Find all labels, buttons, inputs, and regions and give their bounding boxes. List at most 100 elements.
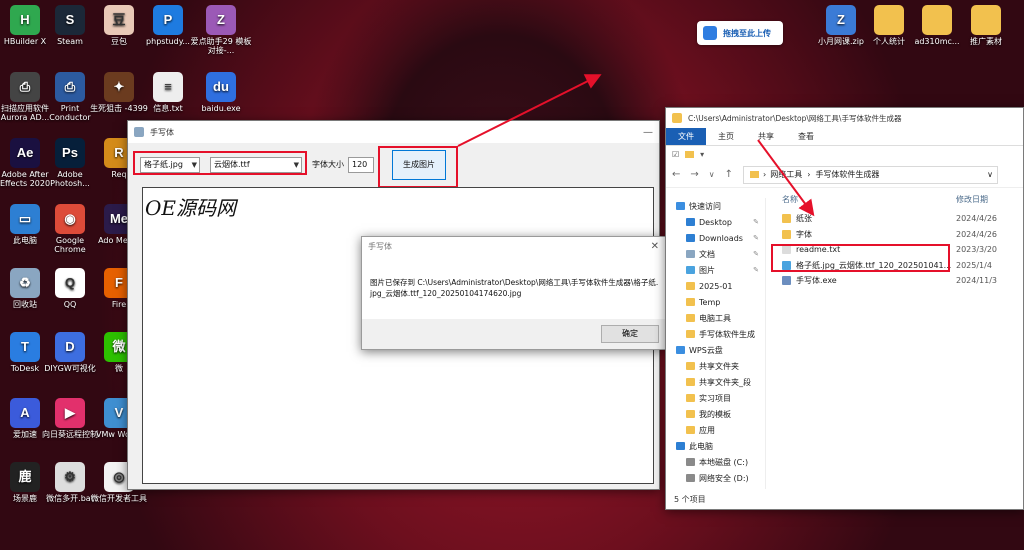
app-title: 手写体: [150, 127, 174, 137]
nav-item-label: Desktop: [699, 217, 732, 227]
nav-item-label: Downloads: [699, 233, 743, 243]
sunflower-icon: ▶: [55, 398, 85, 428]
dialog-titlebar: 手写体 ✕: [362, 237, 665, 255]
ribbon-tabs: 文件 主页 共享 查看: [666, 128, 1023, 146]
star-icon: [676, 202, 685, 210]
nav-item-label: 此电脑: [689, 441, 713, 451]
ribbon-tab[interactable]: 主页: [706, 128, 746, 145]
nav-item[interactable]: Temp: [666, 294, 765, 310]
folder-icon: [686, 410, 695, 418]
file-date: 2025/1/4: [956, 260, 992, 270]
nav-item[interactable]: 此电脑: [666, 438, 765, 454]
chevron-down-icon[interactable]: ∨: [709, 170, 715, 179]
ribbon-tab[interactable]: 查看: [786, 128, 826, 145]
nav-item[interactable]: 电脑工具: [666, 310, 765, 326]
nav-item-label: 图片: [699, 265, 715, 275]
chevron-down-icon[interactable]: ▾: [700, 150, 704, 159]
nav-item[interactable]: Downloads ✎: [666, 230, 765, 246]
file-row[interactable]: 字体 2024/4/26: [774, 227, 1023, 242]
close-icon[interactable]: ✕: [651, 241, 659, 252]
nav-item-label: 网络安全 (D:): [699, 473, 749, 483]
column-header-date[interactable]: 修改日期: [956, 194, 988, 205]
pin-icon: ✎: [753, 234, 759, 242]
file-date: 2024/4/26: [956, 214, 998, 223]
file-name: 手写体.exe: [796, 276, 837, 285]
navigation-pane: 快速访问 Desktop ✎ Downloads ✎ 文档 ✎ 图片 ✎ 2025-01 Temp 电…: [666, 198, 766, 489]
checkbox-icon[interactable]: ☑: [672, 150, 679, 159]
dialog-message: 图片已保存到 C:\Users\Administrator\Desktop\网络…: [370, 278, 659, 298]
desktop-icon[interactable]: du baidu.exe: [190, 72, 252, 113]
nav-item[interactable]: 实习项目: [666, 390, 765, 406]
deer-icon: 鹿: [10, 462, 40, 492]
folder-icon: [686, 474, 695, 482]
nav-item[interactable]: 文档 ✎: [666, 246, 765, 262]
font-size-input[interactable]: 120: [348, 157, 374, 173]
column-header-name[interactable]: 名称: [782, 194, 798, 205]
upload-widget-label: 拖拽至此上传: [723, 28, 771, 38]
ribbon-tab[interactable]: 共享: [746, 128, 786, 145]
app-toolbar: 格子纸.jpg ▼ 云烟体.ttf ▼ 字体大小 120 生成图片: [128, 146, 659, 188]
back-arrow-icon[interactable]: ←: [672, 169, 680, 180]
chevron-down-icon[interactable]: ∨: [987, 170, 993, 179]
nav-item-label: 本地磁盘 (C:): [699, 457, 749, 467]
folder-icon: [685, 150, 695, 158]
nav-item[interactable]: WPS云盘: [666, 342, 765, 358]
folder-icon: [686, 218, 695, 226]
file-row[interactable]: 纸张 2024/4/26: [774, 211, 1023, 226]
folder-icon: [971, 5, 1001, 35]
folder-icon: [874, 5, 904, 35]
file-date: 2023/3/20: [956, 245, 998, 254]
breadcrumb-item[interactable]: 网络工具: [770, 169, 802, 180]
minimize-icon[interactable]: —: [643, 127, 653, 138]
nav-item[interactable]: 2025-01: [666, 278, 765, 294]
address-bar-row: ← → ∨ ↑ › 网络工具 › 手写体软件生成器 ∨: [666, 162, 1023, 188]
todesk-icon: T: [10, 332, 40, 362]
folder-icon: [686, 314, 695, 322]
upload-widget[interactable]: 拖拽至此上传: [697, 21, 783, 45]
archive-icon: Z: [206, 5, 236, 35]
forward-arrow-icon[interactable]: →: [690, 169, 698, 180]
address-box[interactable]: › 网络工具 › 手写体软件生成器 ∨: [743, 165, 999, 184]
pin-icon: ✎: [753, 266, 759, 274]
nav-item-label: 电脑工具: [699, 313, 731, 323]
quick-access-toolbar: ☑ ▾: [666, 146, 1023, 162]
file-explorer-window: C:\Users\Administrator\Desktop\网络工具\手写体软…: [665, 107, 1024, 510]
nav-item-label: 快速访问: [689, 201, 721, 211]
photoshop-icon: Ps: [55, 138, 85, 168]
button-highlight-box: [378, 146, 458, 188]
nav-item[interactable]: 我的模板: [666, 406, 765, 422]
bat-file-icon: ⚙: [55, 462, 85, 492]
nav-item[interactable]: 共享文件夹: [666, 358, 765, 374]
nav-item[interactable]: 网络安全 (D:): [666, 470, 765, 486]
printer-icon: ⎙: [55, 72, 85, 102]
folder-icon: [686, 330, 695, 338]
folder-icon: [686, 282, 695, 290]
nav-item[interactable]: 图片 ✎: [666, 262, 765, 278]
steam-icon: S: [55, 5, 85, 35]
pin-icon: ✎: [753, 218, 759, 226]
up-arrow-icon[interactable]: ↑: [725, 169, 733, 180]
desktop-icon[interactable]: Z 爱点助手29 模板对接-...: [190, 5, 252, 55]
nav-item[interactable]: 本地磁盘 (C:): [666, 454, 765, 470]
nav-item[interactable]: 共享文件夹_段: [666, 374, 765, 390]
text-file-icon: ≡: [153, 72, 183, 102]
nav-item[interactable]: Desktop ✎: [666, 214, 765, 230]
folder-icon: [686, 394, 695, 402]
nav-item[interactable]: 应用: [666, 422, 765, 438]
ok-button[interactable]: 确定: [601, 325, 659, 343]
folder-icon: [672, 113, 682, 123]
preview-text: OE源码网: [145, 196, 236, 220]
chrome-icon: ◉: [55, 204, 85, 234]
nav-item[interactable]: 手写体软件生成: [666, 326, 765, 342]
folder-icon: [686, 362, 695, 370]
breadcrumb-item[interactable]: 手写体软件生成器: [815, 169, 879, 180]
game-icon: ✦: [104, 72, 134, 102]
desktop-icon[interactable]: 推广素材: [955, 5, 1017, 46]
dialog-footer: 确定: [362, 319, 665, 349]
file-row[interactable]: 手写体.exe 2024/11/3: [774, 273, 1023, 288]
nav-item-label: 我的模板: [699, 409, 731, 419]
ribbon-tab[interactable]: 文件: [666, 128, 706, 145]
nav-item[interactable]: 快速访问: [666, 198, 765, 214]
dialog-title: 手写体: [368, 241, 392, 251]
nav-item-label: 应用: [699, 425, 715, 435]
